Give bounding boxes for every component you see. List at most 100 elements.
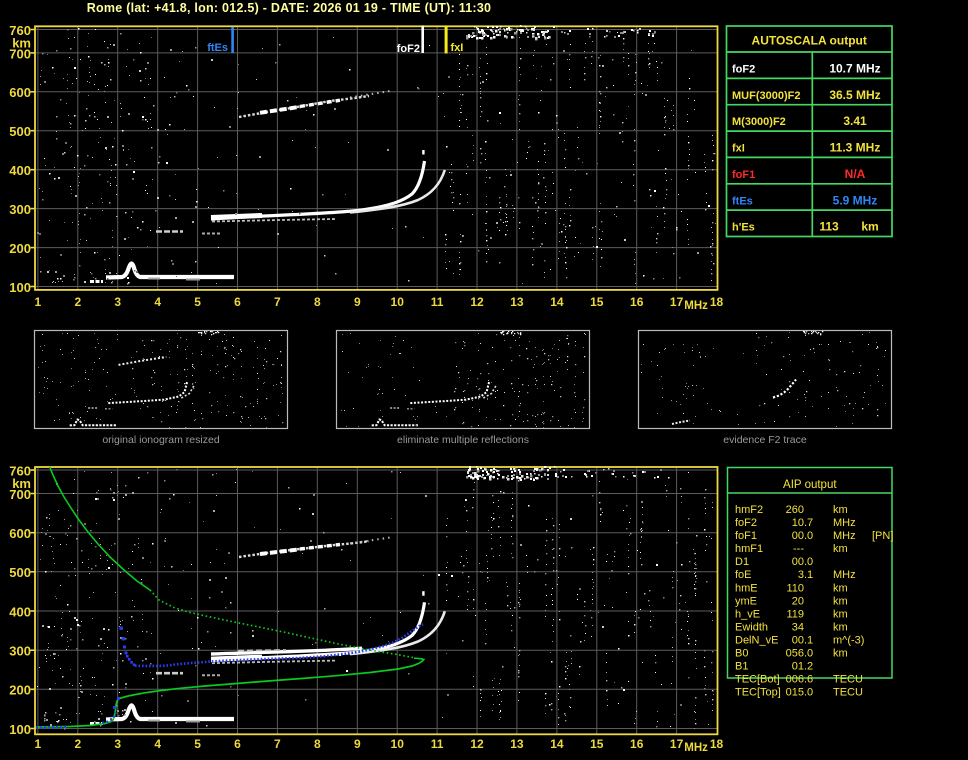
svg-text:14: 14 [550,295,564,309]
svg-text:11: 11 [431,295,444,309]
svg-text:3: 3 [114,295,121,309]
svg-text:.0: .0 [804,530,813,542]
svg-text:20: 20 [792,595,804,607]
svg-text:Rome (lat: +41.8, lon: 012.5): Rome (lat: +41.8, lon: 012.5) - DATE: 20… [87,1,491,15]
svg-text:km: km [833,582,848,594]
svg-text:km: km [833,621,848,633]
svg-text:10: 10 [792,517,804,529]
svg-text:400: 400 [9,163,31,178]
svg-text:9: 9 [354,295,361,309]
svg-text:10.7 MHz: 10.7 MHz [829,62,880,76]
svg-text:km: km [833,543,848,555]
svg-text:015: 015 [786,687,804,699]
svg-text:.0: .0 [804,687,813,699]
svg-text:6: 6 [234,737,241,751]
svg-text:MHz: MHz [833,569,856,581]
svg-text:15: 15 [590,737,604,751]
svg-text:400: 400 [9,604,31,619]
svg-text:260: 260 [786,504,804,516]
svg-text:12: 12 [470,737,484,751]
svg-text:ftEs: ftEs [207,42,228,54]
svg-text:7: 7 [274,295,281,309]
svg-text:N/A: N/A [845,167,866,181]
svg-text:MHz: MHz [833,530,856,542]
svg-text:.1: .1 [804,569,813,581]
svg-text:34: 34 [792,621,804,633]
svg-text:foF2: foF2 [732,64,755,76]
svg-text:18: 18 [710,737,724,751]
svg-text:km: km [12,476,31,491]
svg-text:15: 15 [590,295,604,309]
svg-text:8: 8 [314,737,321,751]
svg-text:200: 200 [9,683,31,698]
svg-text:3.41: 3.41 [843,114,867,128]
svg-text:.7: .7 [804,517,813,529]
svg-text:9: 9 [354,737,361,751]
svg-text:16: 16 [630,737,644,751]
svg-text:ymE: ymE [735,595,757,607]
svg-text:foF1: foF1 [735,530,757,542]
svg-text:00: 00 [792,635,804,647]
svg-text:MUF(3000)F2: MUF(3000)F2 [732,90,800,102]
svg-text:fxI: fxI [451,42,464,54]
svg-text:5: 5 [194,737,201,751]
svg-text:TEC[Bot]: TEC[Bot] [735,674,780,686]
svg-text:13: 13 [510,737,524,751]
svg-text:300: 300 [9,644,31,659]
svg-text:3: 3 [114,737,121,751]
svg-text:1: 1 [35,737,42,751]
svg-text:km: km [833,504,848,516]
svg-text:13: 13 [510,295,524,309]
svg-text:7: 7 [274,737,281,751]
svg-text:foF2: foF2 [735,517,757,529]
svg-text:hmF2: hmF2 [735,504,763,516]
svg-text:300: 300 [9,202,31,217]
svg-text:14: 14 [550,737,564,751]
svg-text:ftEs: ftEs [732,195,753,207]
svg-text:km: km [833,648,848,660]
svg-text:.2: .2 [804,661,813,673]
svg-text:km: km [12,36,31,51]
svg-text:D1: D1 [735,556,749,568]
svg-text:12: 12 [470,295,484,309]
svg-text:h'Es: h'Es [732,222,755,234]
svg-text:6: 6 [234,295,241,309]
svg-text:foF2: foF2 [397,43,420,55]
svg-text:km: km [861,220,878,234]
svg-text:600: 600 [9,85,31,100]
svg-text:113: 113 [819,220,839,234]
svg-text:006: 006 [786,674,804,686]
svg-text:00: 00 [792,556,804,568]
svg-text:00: 00 [792,530,804,542]
svg-text:m^(-3): m^(-3) [833,635,864,647]
svg-text:10: 10 [391,737,405,751]
svg-text:MHz: MHz [684,300,708,312]
svg-text:.1: .1 [804,635,813,647]
svg-text:Ewidth: Ewidth [735,621,768,633]
svg-text:500: 500 [9,124,31,139]
svg-text:1: 1 [35,295,42,309]
svg-text:8: 8 [314,295,321,309]
svg-text:MHz: MHz [684,742,708,754]
svg-text:4: 4 [154,295,161,309]
svg-text:.0: .0 [804,556,813,568]
svg-text:TECU: TECU [833,687,863,699]
svg-text:MHz: MHz [833,517,856,529]
svg-text:2: 2 [74,737,81,751]
svg-text:100: 100 [9,280,31,295]
svg-text:18: 18 [710,295,724,309]
svg-text:10: 10 [391,295,405,309]
svg-text:h_vE: h_vE [735,608,760,620]
svg-text:fxI: fxI [732,143,745,155]
svg-text:2: 2 [74,295,81,309]
svg-text:AIP output: AIP output [783,479,837,491]
svg-text:original ionogram resized: original ionogram resized [102,434,219,446]
svg-text:TEC[Top]: TEC[Top] [735,687,781,699]
svg-text:056: 056 [786,648,804,660]
svg-text:---: --- [793,543,804,555]
svg-text:5: 5 [194,295,201,309]
svg-text:200: 200 [9,241,31,256]
svg-text:TECU: TECU [833,674,863,686]
svg-text:600: 600 [9,526,31,541]
svg-text:100: 100 [9,722,31,737]
